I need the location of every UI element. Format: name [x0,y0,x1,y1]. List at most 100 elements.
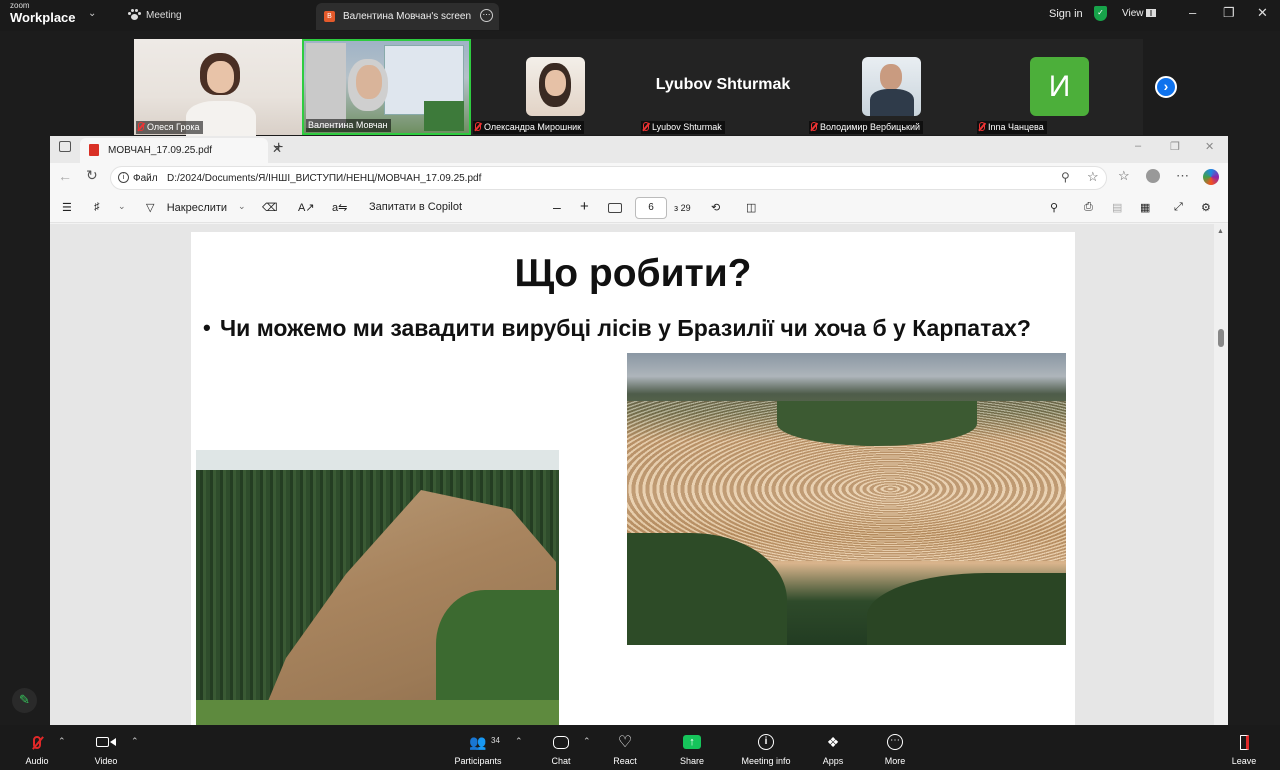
share-button[interactable]: ↑ Share [657,730,727,766]
fit-page-icon[interactable] [608,203,622,213]
print-icon[interactable]: ⎙ [1084,201,1093,214]
minimize-icon[interactable]: – [1189,5,1196,20]
zoom-in-icon[interactable]: + [580,198,589,215]
participant-name-label: Валентина Мовчан [306,119,391,132]
participants-count: 34 [491,736,500,745]
apps-label: Apps [822,756,844,766]
highlight-icon[interactable]: ♯ [94,201,100,213]
contents-list-icon[interactable]: ☰ [62,201,72,214]
tab-actions-icon[interactable] [59,141,71,152]
audio-options-caret-icon[interactable]: ⌃ [58,736,66,747]
leave-door-icon [1209,730,1279,754]
scrollbar-thumb[interactable] [1218,329,1224,347]
save-icon[interactable]: ▤ [1112,201,1122,214]
next-page-arrow-icon[interactable]: › [1155,76,1177,98]
browser-close-icon[interactable]: ✕ [1205,140,1214,153]
chevron-down-icon[interactable]: ⌄ [88,8,96,19]
sign-in-link[interactable]: Sign in [1049,8,1083,20]
eraser-icon[interactable]: ⌫ [262,201,278,214]
participant-name: Олександра Мирошник [484,122,582,132]
heart-icon: ♡ [617,734,633,751]
search-icon[interactable]: ⚲ [1050,201,1058,214]
fullscreen-icon[interactable]: ⤢ [1174,201,1183,214]
meeting-tab[interactable]: Meeting [128,9,182,21]
copilot-icon[interactable] [1203,169,1219,185]
mic-muted-icon [138,122,144,131]
page-view-icon[interactable]: ◫ [746,201,756,214]
rotate-icon[interactable]: ⟲ [711,201,720,214]
highlight-chevron-icon[interactable]: ⌄ [118,201,126,212]
address-bar-row: ← ↻ i Файл D:/2024/Documents/Я/ІНШІ_ВИСТ… [50,163,1228,193]
zoom-search-icon[interactable]: ⚲ [1061,170,1070,184]
video-tile-2[interactable]: Олександра Мирошник [471,39,639,135]
video-tile-1[interactable]: Валентина Мовчан [302,39,471,135]
favorite-star-icon[interactable]: ☆ [1087,169,1099,185]
mic-muted-icon [979,122,985,131]
browser-tab-row: МОВЧАН_17.09.25.pdf ✕ + – ❐ ✕ [50,136,1228,163]
meeting-tab-label: Meeting [146,10,182,21]
more-menu-icon[interactable]: ⋯ [1176,168,1189,184]
react-button[interactable]: ♡ React [590,730,660,766]
info-icon[interactable]: i [118,172,129,183]
participant-name: Inna Чанцева [988,122,1044,132]
scroll-up-arrow-icon[interactable]: ▲ [1217,228,1224,235]
view-label: View [1122,8,1144,19]
mic-muted-icon [643,122,649,131]
back-arrow-icon[interactable]: ← [58,168,72,184]
vertical-scrollbar[interactable]: ▲ [1214,224,1228,725]
apps-button[interactable]: ❖ Apps [798,730,868,767]
profile-avatar[interactable] [1146,169,1160,183]
video-options-caret-icon[interactable]: ⌃ [131,736,139,747]
pdf-page: Що робити? • Чи можемо ми завадити вируб… [191,232,1075,725]
participants-caret-icon[interactable]: ⌃ [515,736,523,747]
video-tile-5[interactable]: И Inna Чанцева [975,39,1143,135]
shared-browser-window: МОВЧАН_17.09.25.pdf ✕ + – ❐ ✕ ← ↻ i Файл… [50,136,1228,725]
new-tab-icon[interactable]: + [274,139,283,157]
video-label: Video [94,756,118,766]
chat-label: Chat [551,756,571,766]
security-shield-icon[interactable]: ✓ [1094,6,1107,21]
meeting-info-button[interactable]: i Meeting info [731,730,801,766]
shared-screen-tab[interactable]: В Валентина Мовчан's screen ⋯ [316,3,499,30]
save-as-icon[interactable]: ▦ [1140,201,1150,214]
more-options-icon[interactable]: ⋯ [480,9,493,22]
annotate-pen-button[interactable]: ✎ [12,688,37,713]
meeting-controls-bar: Audio ⌃ Video ⌃ 👥 Participants 34 ⌃ Chat… [0,725,1280,770]
ask-copilot-button[interactable]: Запитати в Copilot [369,201,462,213]
page-number-input[interactable]: 6 [635,197,667,219]
read-aloud-icon[interactable]: A↗ [298,201,315,214]
screen-tab-label: Валентина Мовчан's screen [343,11,472,22]
slide-bullet: • Чи можемо ми завадити вирубці лісів у … [203,314,1063,342]
pdf-toolbar: ☰ ♯ ⌄ ▽ Накреслити ⌄ ⌫ A↗ a⇋ Запитати в … [50,193,1228,223]
share-screen-icon: ↑ [657,730,727,754]
restore-icon[interactable]: ❐ [1223,5,1235,21]
refresh-icon[interactable]: ↻ [86,167,98,184]
draw-button[interactable]: ▽ Накреслити [146,201,227,214]
draw-chevron-icon[interactable]: ⌄ [238,201,246,212]
zoom-workplace-logo[interactable]: zoom Workplace [10,2,76,25]
favorites-icon[interactable]: ☆ [1118,168,1130,184]
settings-gear-icon[interactable]: ⚙ [1201,201,1211,214]
translate-icon[interactable]: a⇋ [332,201,347,214]
participant-name: Володимир Вербицький [820,122,921,132]
bullet-dot: • [203,315,211,340]
view-button[interactable]: View [1122,8,1157,19]
participants-button[interactable]: 👥 Participants [443,730,513,767]
browser-minimize-icon[interactable]: – [1135,140,1141,152]
video-tile-3[interactable]: Lyubov Shturmak Lyubov Shturmak [639,39,807,135]
participant-avatar [862,57,921,116]
participant-avatar [526,57,585,116]
browser-restore-icon[interactable]: ❐ [1170,140,1180,153]
close-icon[interactable]: ✕ [1257,5,1268,21]
video-tile-0[interactable]: Олеся Грока [134,39,302,141]
zoom-out-icon[interactable]: – [553,199,561,215]
page-total-label: з 29 [674,203,691,213]
more-button[interactable]: ⋯ More [860,730,930,766]
pen-icon: ✎ [19,692,30,707]
browser-tab-pdf[interactable]: МОВЧАН_17.09.25.pdf ✕ [80,138,282,163]
video-tile-4[interactable]: Володимир Вербицький [807,39,975,135]
pdf-document-area: Що робити? • Чи можемо ми завадити вируб… [50,224,1228,725]
address-bar[interactable]: i Файл D:/2024/Documents/Я/ІНШІ_ВИСТУПИ/… [110,166,1107,190]
leave-button[interactable]: Leave [1209,730,1279,766]
audio-label: Audio [25,756,49,766]
